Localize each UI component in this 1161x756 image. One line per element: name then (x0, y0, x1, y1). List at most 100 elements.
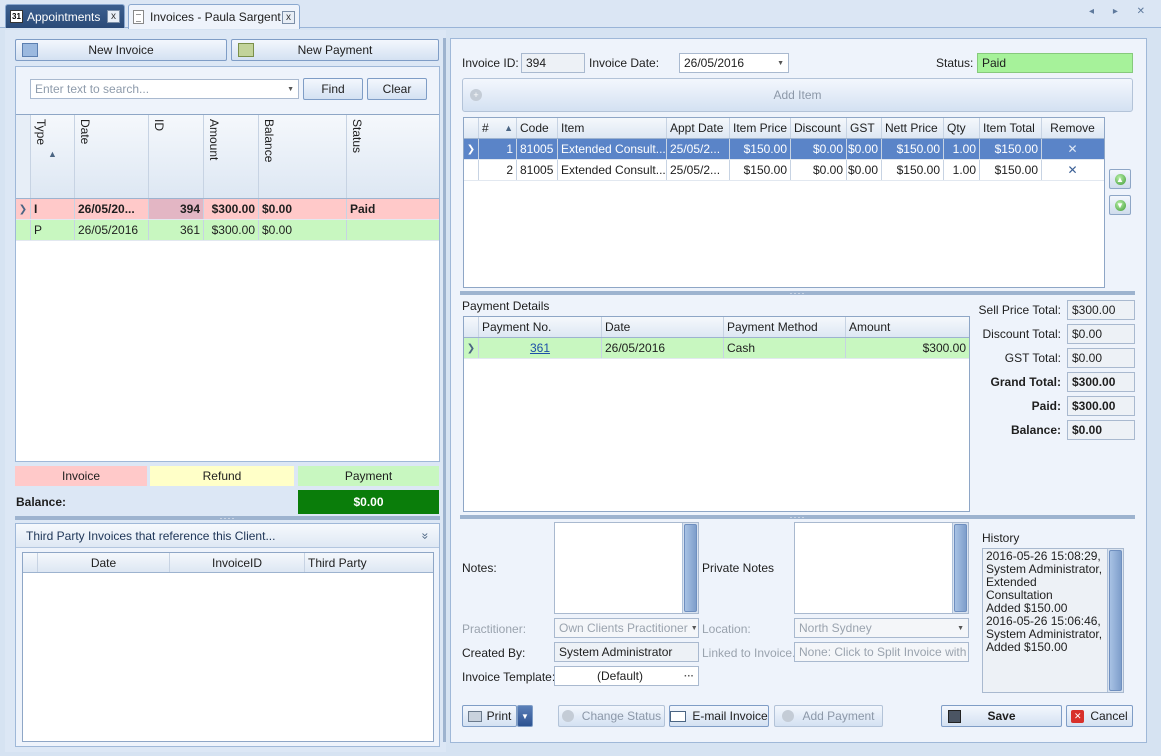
cell-type: P (31, 220, 75, 240)
col-amount[interactable]: Amount (204, 115, 259, 198)
table-row[interactable]: ❯ I 26/05/20... 394 $300.00 $0.00 Paid (16, 199, 439, 220)
col-remove[interactable]: Remove (1042, 118, 1103, 138)
cancel-icon: ✕ (1071, 709, 1085, 723)
private-notes-scrollbar[interactable] (952, 523, 968, 613)
horizontal-splitter[interactable]: ···· (15, 514, 440, 523)
notes-scrollbar[interactable] (682, 523, 698, 613)
save-button[interactable]: Save (941, 705, 1062, 727)
change-status-button[interactable]: Change Status (558, 705, 665, 727)
chevron-down-icon[interactable]: ▼ (688, 625, 698, 632)
vertical-splitter[interactable] (443, 38, 446, 742)
total-label: Grand Total: (990, 375, 1061, 389)
invoice-template-field[interactable]: (Default) ··· (554, 666, 699, 686)
col-balance[interactable]: Balance (259, 115, 347, 198)
table-row[interactable]: ❯ 1 81005 Extended Consult... 25/05/2...… (464, 139, 1104, 160)
col-status[interactable]: Status (347, 115, 439, 198)
remove-icon[interactable]: ✕ (1042, 160, 1103, 180)
change-status-icon (561, 710, 574, 722)
table-row[interactable]: ❯ 361 26/05/2016 Cash $300.00 (464, 338, 969, 359)
notes-textarea[interactable] (554, 522, 699, 614)
table-row[interactable]: 2 81005 Extended Consult... 25/05/2... $… (464, 160, 1104, 181)
cell-nett-price: $150.00 (882, 139, 944, 159)
col-invoiceid[interactable]: InvoiceID (170, 553, 305, 572)
table-row[interactable]: P 26/05/2016 361 $300.00 $0.00 (16, 220, 439, 241)
scroll-thumb[interactable] (1109, 550, 1122, 691)
col-discount[interactable]: Discount (791, 118, 847, 138)
location-value: North Sydney (799, 621, 872, 635)
horizontal-splitter[interactable]: ···· (460, 513, 1135, 522)
chevron-down-icon[interactable]: ▼ (774, 60, 784, 67)
move-down-button[interactable]: ▼ (1109, 195, 1131, 215)
col-code[interactable]: Code (517, 118, 558, 138)
tab-appointments[interactable]: 31 Appointments x (5, 4, 125, 28)
cell-id: 361 (149, 220, 204, 240)
cell-method: Cash (724, 338, 846, 358)
remove-icon[interactable]: ✕ (1042, 139, 1103, 159)
col-third-party[interactable]: Third Party (305, 553, 433, 572)
search-placeholder: Enter text to search... (35, 82, 150, 96)
horizontal-splitter[interactable]: ···· (460, 289, 1135, 298)
col-num[interactable]: # ▲ (479, 118, 517, 138)
scroll-thumb[interactable] (954, 524, 967, 612)
invoice-id-field: 394 (521, 53, 585, 73)
tab-invoices[interactable]: Invoices - Paula Sargent x (128, 4, 300, 29)
col-date[interactable]: Date (602, 317, 724, 337)
cancel-button[interactable]: ✕ Cancel (1066, 705, 1133, 727)
close-icon[interactable]: x (107, 10, 120, 23)
find-label: Find (321, 82, 345, 96)
ellipsis-icon[interactable]: ··· (681, 671, 694, 682)
col-appt-date[interactable]: Appt Date (667, 118, 730, 138)
print-dropdown-button[interactable]: ▼ (517, 705, 533, 727)
col-item-total[interactable]: Item Total (980, 118, 1042, 138)
invoice-date-field[interactable]: 26/05/2016 ▼ (679, 53, 789, 73)
col-date[interactable]: Date (75, 115, 149, 198)
new-invoice-button[interactable]: New Invoice (15, 39, 227, 61)
clear-button[interactable]: Clear (367, 78, 427, 100)
search-input[interactable]: Enter text to search... ▼ (30, 79, 299, 99)
cell-code: 81005 (517, 160, 558, 180)
linked-invoice-field[interactable]: None: Click to Split Invoice with ... (794, 642, 969, 662)
col-payment-no[interactable]: Payment No. (479, 317, 602, 337)
close-icon[interactable]: x (282, 10, 295, 24)
history-scrollbar[interactable] (1107, 549, 1123, 692)
add-item-button[interactable]: + Add Item (462, 78, 1133, 112)
chevron-down-icon[interactable]: ▼ (954, 625, 964, 632)
col-id[interactable]: ID (149, 115, 204, 198)
col-label: Status (350, 119, 364, 154)
move-up-button[interactable]: ▲ (1109, 169, 1131, 189)
col-payment-method[interactable]: Payment Method (724, 317, 846, 337)
sort-asc-icon: ▲ (504, 123, 513, 133)
legend-payment: Payment (298, 466, 439, 486)
scroll-thumb[interactable] (684, 524, 697, 612)
col-date[interactable]: Date (38, 553, 170, 572)
add-payment-button[interactable]: Add Payment (774, 705, 883, 727)
location-select[interactable]: North Sydney ▼ (794, 618, 969, 638)
new-invoice-icon (22, 43, 38, 57)
grand-total: $300.00 (1067, 372, 1135, 392)
col-nett-price[interactable]: Nett Price (882, 118, 944, 138)
col-qty[interactable]: Qty (944, 118, 980, 138)
email-invoice-button[interactable]: E-mail Invoice (669, 705, 769, 727)
col-amount[interactable]: Amount (846, 317, 969, 337)
find-button[interactable]: Find (303, 78, 363, 100)
cell-appt-date: 25/05/2... (667, 160, 730, 180)
print-button[interactable]: Print (462, 705, 517, 727)
col-item-price[interactable]: Item Price (730, 118, 791, 138)
private-notes-textarea[interactable] (794, 522, 969, 614)
created-by-label: Created By: (462, 646, 526, 660)
payment-link[interactable]: 361 (479, 338, 602, 358)
col-gst[interactable]: GST (847, 118, 882, 138)
paid-total: $300.00 (1067, 396, 1135, 416)
col-item[interactable]: Item (558, 118, 667, 138)
collapse-icon[interactable]: » (419, 532, 433, 539)
new-payment-button[interactable]: New Payment (231, 39, 439, 61)
gst-total: $0.00 (1067, 348, 1135, 368)
tab-nav-arrows[interactable]: ◂ ▸ ✕ (1089, 6, 1153, 17)
practitioner-select[interactable]: Own Clients Practitioner ▼ (554, 618, 699, 638)
col-type[interactable]: Type ▲ (31, 115, 75, 198)
third-party-header-row: Date InvoiceID Third Party (23, 553, 433, 573)
third-party-header[interactable]: Third Party Invoices that reference this… (16, 524, 439, 548)
chevron-down-icon[interactable]: ▼ (284, 86, 294, 93)
history-text: 2016-05-26 15:08:29, System Administrato… (983, 549, 1107, 655)
arrow-up-icon: ▲ (1114, 173, 1126, 185)
